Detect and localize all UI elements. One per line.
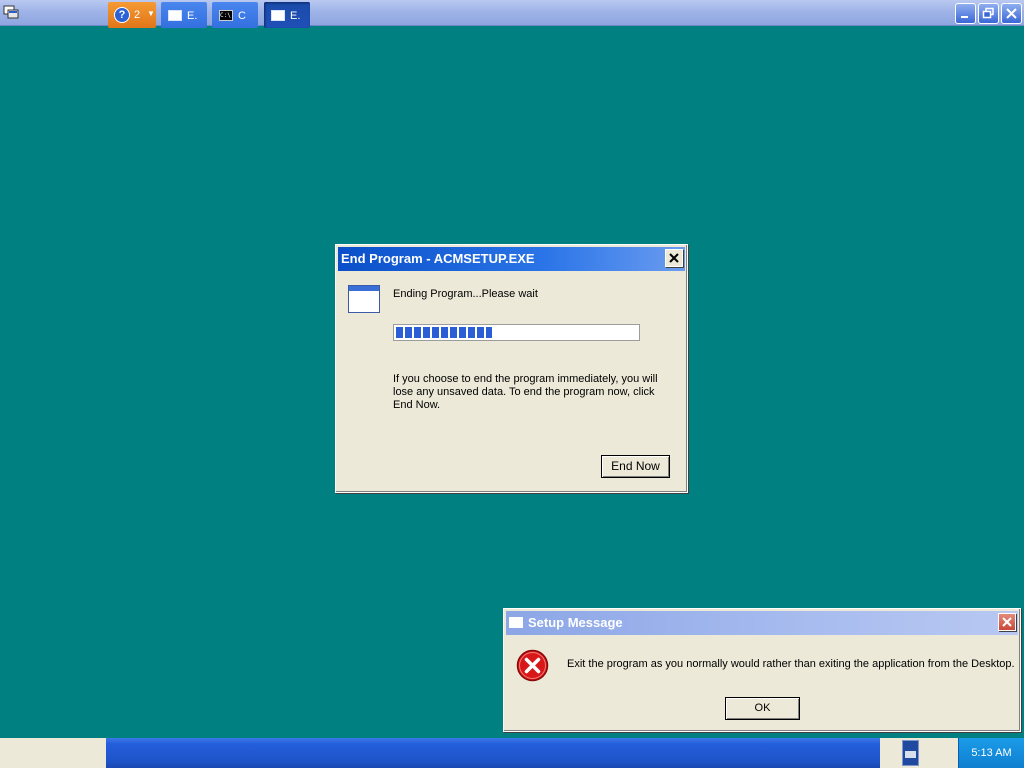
- end-program-dialog: End Program - ACMSETUP.EXE Ending Progra…: [335, 244, 688, 493]
- minimize-button[interactable]: [955, 3, 976, 24]
- minimize-icon: [961, 16, 968, 18]
- ending-progress-bar: [393, 324, 640, 341]
- error-icon: [516, 649, 549, 682]
- command-prompt-icon: C:\: [219, 10, 233, 21]
- restore-icon: [982, 7, 994, 19]
- close-icon: [669, 253, 679, 263]
- window-close-button[interactable]: [1001, 3, 1022, 24]
- application-icon[interactable]: [3, 4, 19, 20]
- help-count: 2: [134, 9, 141, 21]
- task-label: C: [238, 10, 246, 22]
- taskbar: [0, 738, 1024, 768]
- setup-message-titlebar[interactable]: Setup Message: [506, 611, 1018, 635]
- progress-fill: [396, 327, 493, 338]
- taskbar-help-group[interactable]: ? 2 ▼: [108, 2, 156, 28]
- taskbar-task-2[interactable]: C:\ C: [212, 2, 258, 28]
- task-label: E.: [290, 10, 301, 22]
- program-window-icon: [348, 285, 380, 313]
- keyboard-tray-icon[interactable]: [902, 740, 919, 766]
- setup-message-close-button[interactable]: [998, 613, 1016, 631]
- setup-message-dialog: Setup Message Exit the program as you no…: [503, 608, 1021, 732]
- taskbar-band: [106, 738, 880, 768]
- setup-message-text: Exit the program as you normally would r…: [567, 658, 1015, 670]
- end-program-title: End Program - ACMSETUP.EXE: [341, 251, 535, 266]
- help-icon: ?: [114, 7, 130, 23]
- taskbar-clock[interactable]: 5:13 AM: [958, 738, 1024, 768]
- restore-button[interactable]: [978, 3, 999, 24]
- ok-button[interactable]: OK: [725, 697, 800, 720]
- end-program-titlebar[interactable]: End Program - ACMSETUP.EXE: [338, 247, 685, 271]
- ending-status-text: Ending Program...Please wait: [393, 288, 538, 300]
- end-program-close-button[interactable]: [665, 249, 683, 267]
- end-program-info-text: If you choose to end the program immedia…: [393, 373, 658, 411]
- chevron-down-icon: ▼: [147, 9, 155, 18]
- end-now-button[interactable]: End Now: [601, 455, 670, 478]
- taskbar-task-1[interactable]: E.: [161, 2, 207, 28]
- task-label: E.: [187, 10, 198, 22]
- window-icon: [271, 10, 285, 21]
- window-icon: [509, 617, 523, 628]
- close-icon: [1006, 8, 1017, 19]
- setup-message-title: Setup Message: [528, 615, 623, 630]
- taskbar-task-3[interactable]: E.: [264, 2, 310, 28]
- window-icon: [168, 10, 182, 21]
- close-icon: [1002, 617, 1012, 627]
